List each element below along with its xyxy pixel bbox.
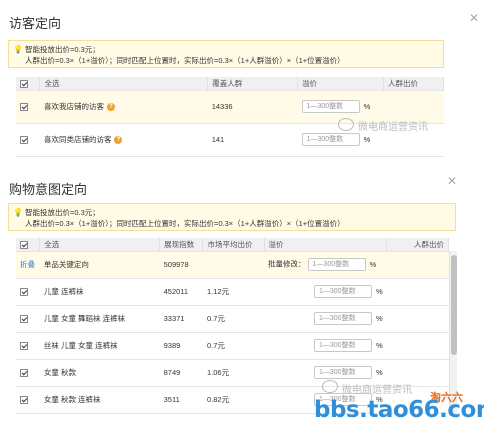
percent-unit: % (376, 368, 383, 377)
header-select-all: 全选 (39, 238, 161, 252)
header-select-all: 全选 (39, 77, 209, 91)
shopping-tip-line2: 人群出价=0.3×（1+溢价）；同时匹配上位置时，实际出价=0.3×（1+人群溢… (25, 219, 345, 228)
batch-premium-input[interactable]: 1—300整数 (307, 258, 366, 271)
question-icon[interactable]: ? (114, 136, 123, 145)
row-checkbox[interactable] (20, 136, 28, 144)
wechat-watermark-1: 微电商运营资讯 (358, 122, 428, 133)
premium-input[interactable]: 1—300整数 (314, 366, 372, 379)
row-checkbox[interactable] (20, 315, 28, 323)
scrollbar-thumb[interactable] (451, 255, 457, 355)
premium-input[interactable]: 1—300整数 (314, 285, 372, 298)
premium-input[interactable]: 1—300整数 (301, 133, 360, 146)
percent-unit: % (363, 135, 371, 144)
header-premium: 溢价 (264, 238, 388, 252)
visitor-panel-title: 访客定向 (9, 17, 62, 32)
percent-unit: % (369, 260, 377, 269)
row-name: 女童 秋款 连裤袜 (39, 386, 160, 414)
group-index: 509978 (159, 251, 203, 279)
percent-unit: % (376, 341, 383, 350)
wechat-watermark-2: 微电商运营资讯 (342, 385, 412, 396)
group-row: 折叠 单品关键定向 509978 批量修改： 1—300整数% (16, 251, 449, 279)
shopping-tip-box: 💡 智能投放出价=0.3元； 人群出价=0.3×（1+溢价）；同时匹配上位置时，… (8, 203, 456, 231)
table-row: 儿童 连裤袜 452011 1.12元 1—300整数% (16, 278, 449, 306)
header-coverage: 覆盖人群 (207, 77, 299, 91)
shopping-tip-line1: 智能投放出价=0.3元； (25, 208, 100, 217)
table-row: 儿童 女童 舞蹈袜 连裤袜 33371 0.7元 1—300整数% (16, 305, 449, 333)
row-count: 14336 (207, 90, 298, 124)
header-impression-index: 展现指数 (159, 238, 204, 252)
lightbulb-icon: 💡 (13, 45, 23, 54)
row-name: 喜欢我店铺的访客 (43, 102, 104, 111)
row-index: 452011 (159, 278, 203, 306)
question-icon[interactable]: ? (106, 103, 115, 112)
row-checkbox[interactable] (20, 288, 28, 296)
site-url-watermark: bbs.tao66.com (314, 397, 484, 423)
row-index: 8749 (159, 359, 203, 387)
row-index: 9389 (159, 332, 203, 360)
select-all-checkbox[interactable] (20, 240, 28, 249)
batch-edit-label: 批量修改： (268, 259, 306, 269)
shopping-panel-title: 购物意图定向 (9, 183, 88, 198)
row-price: 0.7元 (202, 332, 264, 360)
row-name: 儿童 连裤袜 (39, 278, 160, 306)
row-name: 女童 秋款 (39, 359, 160, 387)
row-index: 3511 (159, 386, 203, 414)
row-name: 喜欢同类店铺的访客 (43, 135, 112, 144)
row-price: 0.7元 (202, 305, 264, 333)
table-row: 丝袜 儿童 女童 连裤袜 9389 0.7元 1—300整数% (16, 332, 449, 360)
premium-input[interactable]: 1—300整数 (301, 100, 360, 113)
row-price: 0.82元 (202, 386, 264, 414)
visitor-table-header: 全选 覆盖人群 溢价 人群出价 (16, 77, 444, 91)
visitor-tip-box: 💡 智能投放出价=0.3元； 人群出价=0.3×（1+溢价）；同时匹配上位置时，… (8, 40, 444, 68)
group-name: 单品关键定向 (39, 251, 160, 279)
select-all-checkbox[interactable] (20, 79, 28, 88)
header-market-avg-bid: 市场平均出价 (202, 238, 265, 252)
visitor-tip-line2: 人群出价=0.3×（1+溢价）；同时匹配上位置时，实际出价=0.3×（1+人群溢… (25, 56, 345, 65)
premium-input[interactable]: 1—300整数 (314, 312, 372, 325)
close-icon[interactable]: ✕ (447, 175, 457, 187)
visitor-tip-line1: 智能投放出价=0.3元； (25, 45, 100, 54)
row-price: 1.12元 (202, 278, 264, 306)
row-checkbox[interactable] (20, 103, 28, 111)
collapse-toggle[interactable]: 折叠 (20, 260, 35, 269)
row-checkbox[interactable] (20, 342, 28, 350)
visitor-targeting-panel: 访客定向 ✕ 💡 智能投放出价=0.3元； 人群出价=0.3×（1+溢价）；同时… (0, 0, 484, 160)
percent-unit: % (376, 287, 383, 296)
percent-unit: % (376, 314, 383, 323)
close-icon[interactable]: ✕ (469, 12, 479, 24)
visitor-table: 全选 覆盖人群 溢价 人群出价 喜欢我店铺的访客? 14336 1—300整数%… (16, 77, 444, 157)
lightbulb-icon: 💡 (13, 208, 23, 217)
row-name: 丝袜 儿童 女童 连裤袜 (39, 332, 160, 360)
premium-input[interactable]: 1—300整数 (314, 339, 372, 352)
wechat-watermark-icon (322, 380, 338, 393)
wechat-watermark-icon (338, 118, 354, 131)
shopping-table-header: 全选 展现指数 市场平均出价 溢价 人群出价 (16, 238, 449, 252)
row-price: 1.06元 (202, 359, 264, 387)
row-checkbox[interactable] (20, 396, 28, 404)
row-count: 141 (207, 123, 298, 157)
header-crowd-bid: 人群出价 (383, 77, 444, 91)
header-crowd-bid: 人群出价 (386, 238, 449, 252)
header-premium: 溢价 (297, 77, 385, 91)
row-name: 儿童 女童 舞蹈袜 连裤袜 (39, 305, 160, 333)
percent-unit: % (363, 102, 371, 111)
row-index: 33371 (159, 305, 203, 333)
row-checkbox[interactable] (20, 369, 28, 377)
